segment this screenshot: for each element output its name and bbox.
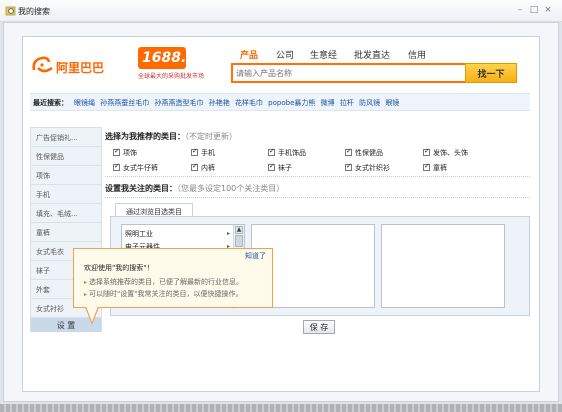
save-button[interactable]: 保 存 xyxy=(303,320,335,334)
tooltip-line: ▸ 可以随时"设置"我常关注的类目，以便快捷操作。 xyxy=(84,289,242,299)
sidebar-item[interactable]: 填充、毛绒... xyxy=(31,204,101,223)
tab-companies[interactable]: 公司 xyxy=(276,48,294,61)
scroll-thumb[interactable] xyxy=(235,235,243,247)
follow-title: 设置我关注的类目： xyxy=(105,184,177,193)
welcome-tooltip: 知道了 欢迎使用"我的搜索"！ ▸ 选择系统推荐的类目，已便了解最新的行业信息。 … xyxy=(73,248,273,308)
tooltip-dismiss-link[interactable]: 知道了 xyxy=(245,251,266,261)
recent-link[interactable]: 防风镜 xyxy=(359,99,380,107)
tab-credit[interactable]: 信用 xyxy=(408,48,426,61)
recent-link[interactable]: 孙艳艳 xyxy=(209,99,230,107)
checkbox-checked-icon xyxy=(268,147,275,156)
recent-link[interactable]: 拉杆 xyxy=(340,99,354,107)
checkbox-checked-icon xyxy=(423,147,430,156)
tab-products[interactable]: 产品 xyxy=(240,48,258,61)
category-label: 女式牛仔裤 xyxy=(123,164,158,172)
tooltip-line-text: 可以随时"设置"我常关注的类目，以便快捷操作。 xyxy=(89,290,243,298)
category-checkbox[interactable]: 童裤 xyxy=(423,162,447,173)
category-checkbox[interactable]: 发饰、头饰 xyxy=(423,147,468,158)
recommend-title: 选择为我推荐的类目： xyxy=(105,132,185,141)
divider xyxy=(105,197,530,198)
tooltip-pointer-fill xyxy=(86,306,98,322)
checkbox-checked-icon xyxy=(268,162,275,171)
tooltip-heading: 欢迎使用"我的搜索"！ xyxy=(84,264,154,272)
sidebar-item[interactable]: 手机 xyxy=(31,185,101,204)
close-icon[interactable]: × xyxy=(543,5,553,15)
scroll-up-icon[interactable]: ▲ xyxy=(235,226,243,234)
logo-1688: 1688.com 全球最大的采购批发市场 xyxy=(136,45,226,83)
recent-label: 最近搜索： xyxy=(33,99,68,107)
recent-link[interactable]: 微博 xyxy=(321,99,335,107)
search-app-icon xyxy=(5,6,16,16)
category-label: 性保健品 xyxy=(355,149,383,157)
sidebar-item[interactable]: 性保健品 xyxy=(31,147,101,166)
category-checkbox[interactable]: 手机 xyxy=(191,147,215,158)
checkbox-checked-icon xyxy=(191,162,198,171)
sidebar-item[interactable]: 童裤 xyxy=(31,223,101,242)
minimize-icon[interactable]: – xyxy=(515,5,525,15)
recent-link[interactable]: 孙燕燕蚕丝毛巾 xyxy=(100,99,149,107)
category-label: 内裤 xyxy=(201,164,215,172)
category-checkbox[interactable]: 手机饰品 xyxy=(268,147,306,158)
logo-1688-text: 1688.com xyxy=(142,50,219,66)
tab-browse-categories[interactable]: 通过浏览目选类目 xyxy=(115,203,193,217)
recent-links: 眼镜绳 孙燕燕蚕丝毛巾 孙燕燕造型毛巾 孙艳艳 花样毛巾 popobe暴力熊 微… xyxy=(74,98,402,108)
chevron-right-icon: ▸ xyxy=(226,230,230,237)
sidebar-item[interactable]: 项饰 xyxy=(31,166,101,185)
recent-searches-bar: 最近搜索： 眼镜绳 孙燕燕蚕丝毛巾 孙燕燕造型毛巾 孙艳艳 花样毛巾 popob… xyxy=(30,93,530,111)
checkbox-checked-icon xyxy=(345,147,352,156)
checkbox-checked-icon xyxy=(113,162,120,171)
alibaba-logo: 阿里巴巴 xyxy=(30,50,130,80)
recent-link[interactable]: 眼镜 xyxy=(385,99,399,107)
window-title: 我的搜索 xyxy=(18,7,50,16)
category-checkbox[interactable]: 女式牛仔裤 xyxy=(113,162,158,173)
search-box: 找一下 xyxy=(231,63,517,83)
category-label: 发饰、头饰 xyxy=(433,149,468,157)
recent-link[interactable]: 花样毛巾 xyxy=(235,99,263,107)
category-label: 项饰 xyxy=(123,149,137,157)
search-button[interactable]: 找一下 xyxy=(465,63,517,83)
maximize-icon[interactable]: □ xyxy=(529,5,539,15)
checkbox-checked-icon xyxy=(423,162,430,171)
logo-slogan: 全球最大的采购批发市场 xyxy=(138,73,205,80)
category-label: 手机饰品 xyxy=(278,149,306,157)
sidebar-item[interactable]: 广告促销礼... xyxy=(31,128,101,147)
recent-link[interactable]: 孙燕燕造型毛巾 xyxy=(154,99,203,107)
category-label: 袜子 xyxy=(278,164,292,172)
tab-business[interactable]: 生意经 xyxy=(310,48,337,61)
category-checkbox[interactable]: 项饰 xyxy=(113,147,137,158)
category-checkbox[interactable]: 性保健品 xyxy=(345,147,383,158)
tab-wholesale[interactable]: 批发直达 xyxy=(354,48,390,61)
taskbar-strip xyxy=(0,404,562,412)
category-list-level3[interactable] xyxy=(381,224,505,308)
follow-note: （您最多设定100个关注类目） xyxy=(177,184,285,193)
recent-link[interactable]: 眼镜绳 xyxy=(74,99,95,107)
alibaba-brand-text: 阿里巴巴 xyxy=(56,61,105,75)
title-bar: 我的搜索 – □ × xyxy=(0,0,562,22)
category-checkbox[interactable]: 袜子 xyxy=(268,162,292,173)
category-checkbox[interactable]: 内裤 xyxy=(191,162,215,173)
divider xyxy=(105,176,530,177)
category-checkbox[interactable]: 女式针织衫 xyxy=(345,162,390,173)
follow-section-title: 设置我关注的类目：（您最多设定100个关注类目） xyxy=(105,183,284,194)
tooltip-line-text: 选择系统推荐的类目，已便了解最新的行业信息。 xyxy=(89,278,244,286)
bullet-arrow-icon: ▸ xyxy=(84,279,88,286)
checkbox-checked-icon xyxy=(113,147,120,156)
category-label: 童裤 xyxy=(433,164,447,172)
recommend-section-title: 选择为我推荐的类目：（不定时更新） xyxy=(105,131,237,142)
checkbox-checked-icon xyxy=(191,147,198,156)
search-input[interactable] xyxy=(236,67,466,80)
list-item[interactable]: 照明工业 xyxy=(125,229,153,239)
tooltip-line: ▸ 选择系统推荐的类目，已便了解最新的行业信息。 xyxy=(84,277,243,287)
recommend-note: （不定时更新） xyxy=(185,132,237,141)
bullet-arrow-icon: ▸ xyxy=(84,291,88,298)
category-label: 手机 xyxy=(201,149,215,157)
recent-link[interactable]: popobe暴力熊 xyxy=(268,99,315,107)
checkbox-checked-icon xyxy=(345,162,352,171)
category-label: 女式针织衫 xyxy=(355,164,390,172)
